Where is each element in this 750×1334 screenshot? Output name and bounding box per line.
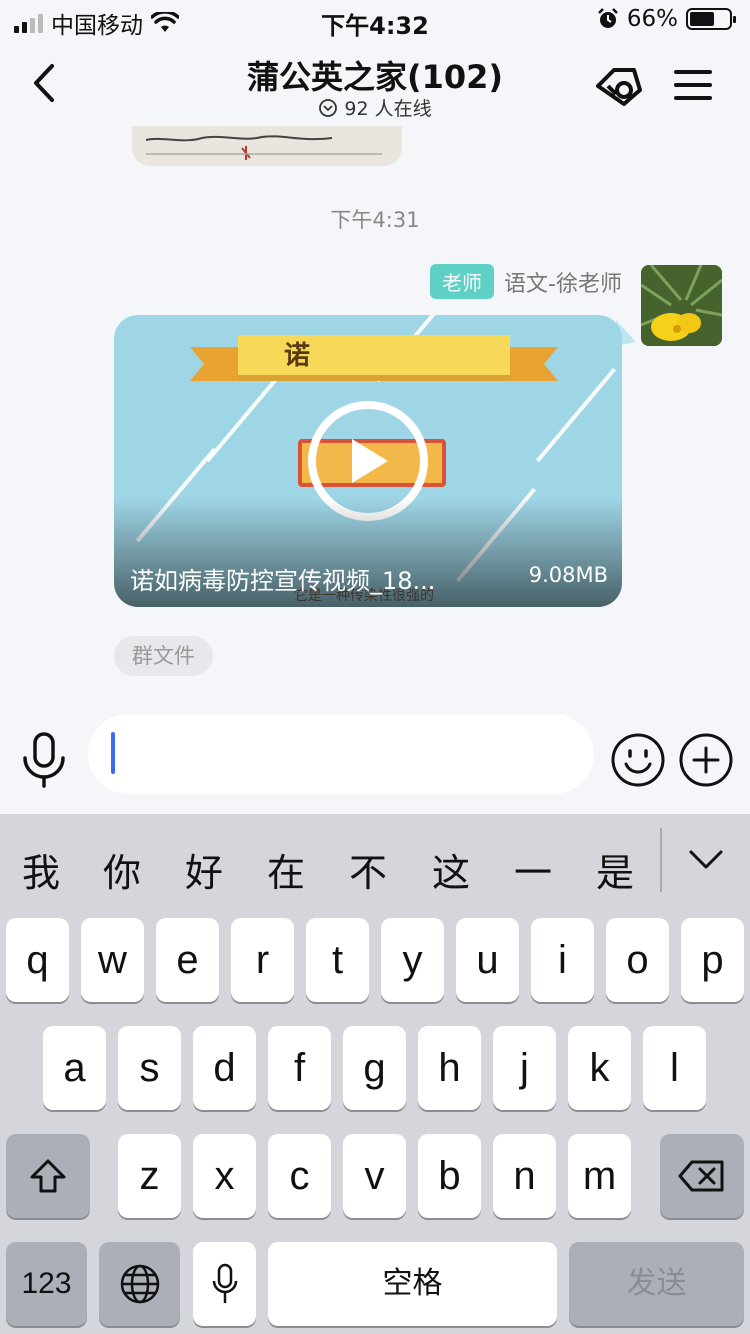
key-k[interactable]: k	[568, 1026, 631, 1110]
backspace-key[interactable]	[660, 1134, 744, 1218]
key-o[interactable]: o	[606, 918, 669, 1002]
candidate-divider	[660, 828, 662, 892]
globe-icon	[120, 1264, 159, 1304]
key-l[interactable]: l	[643, 1026, 706, 1110]
key-f[interactable]: f	[268, 1026, 331, 1110]
video-banner-text: 诺	[284, 341, 311, 371]
chevron-down-icon[interactable]	[688, 848, 724, 872]
candidate-word[interactable]: 在	[261, 842, 311, 897]
sender-name[interactable]: 语文-徐老师	[504, 266, 622, 298]
key-h[interactable]: h	[418, 1026, 481, 1110]
key-q[interactable]: q	[6, 918, 69, 1002]
key-i[interactable]: i	[531, 918, 594, 1002]
key-t[interactable]: t	[306, 918, 369, 1002]
candidate-word[interactable]: 你	[97, 842, 147, 897]
avatar-image	[641, 265, 722, 346]
play-icon[interactable]	[352, 439, 388, 483]
alarm-icon	[597, 8, 618, 28]
sender-info: 老师 语文-徐老师	[430, 264, 622, 299]
shift-icon	[30, 1159, 66, 1193]
status-right: 66%	[597, 6, 736, 32]
plus-icon[interactable]	[678, 732, 734, 788]
battery-icon	[686, 8, 736, 30]
backspace-icon	[678, 1160, 724, 1192]
key-m[interactable]: m	[568, 1134, 631, 1218]
key-r[interactable]: r	[231, 918, 294, 1002]
teacher-badge: 老师	[430, 264, 495, 299]
text-cursor	[111, 732, 115, 774]
chevron-circle-icon	[319, 98, 338, 117]
key-b[interactable]: b	[418, 1134, 481, 1218]
group-file-tag[interactable]: 群文件	[114, 636, 213, 676]
video-size: 9.08MB	[528, 563, 608, 587]
key-y[interactable]: y	[381, 918, 444, 1002]
voice-icon[interactable]	[20, 732, 68, 788]
key-w[interactable]: w	[81, 918, 144, 1002]
emoji-icon[interactable]	[610, 732, 666, 788]
previous-image-message[interactable]	[132, 126, 402, 166]
shift-key[interactable]	[6, 1134, 90, 1218]
key-e[interactable]: e	[156, 918, 219, 1002]
microphone-icon	[212, 1263, 237, 1303]
candidate-word[interactable]: 我	[16, 842, 66, 897]
key-d[interactable]: d	[193, 1026, 256, 1110]
menu-icon[interactable]	[674, 68, 712, 102]
key-v[interactable]: v	[343, 1134, 406, 1218]
key-n[interactable]: n	[493, 1134, 556, 1218]
battery-percent: 66%	[626, 6, 678, 32]
globe-key[interactable]	[99, 1242, 180, 1326]
status-bar: 中国移动 下午4:32 66%	[0, 0, 750, 40]
key-z[interactable]: z	[118, 1134, 181, 1218]
message-input[interactable]	[88, 714, 594, 794]
candidate-word[interactable]: 是	[590, 842, 640, 897]
key-p[interactable]: p	[681, 918, 744, 1002]
key-c[interactable]: c	[268, 1134, 331, 1218]
online-count-label: 92 人在线	[344, 98, 432, 120]
dictation-key[interactable]	[193, 1242, 256, 1326]
tag-icon[interactable]	[594, 64, 644, 108]
candidate-word[interactable]: 好	[179, 842, 229, 897]
video-title: 诺如病毒防控宣传视频_18...	[130, 567, 436, 595]
space-key[interactable]: 空格	[268, 1242, 557, 1326]
avatar[interactable]	[641, 265, 722, 346]
key-g[interactable]: g	[343, 1026, 406, 1110]
candidate-word[interactable]: 不	[343, 842, 393, 897]
chat-header: 蒲公英之家(102) 92 人在线	[0, 40, 750, 126]
input-bar	[0, 706, 750, 814]
key-j[interactable]: j	[493, 1026, 556, 1110]
send-key[interactable]: 发送	[569, 1242, 744, 1326]
video-banner	[190, 335, 558, 381]
candidate-word[interactable]: 一	[508, 842, 558, 897]
key-x[interactable]: x	[193, 1134, 256, 1218]
previous-image-content	[142, 128, 392, 166]
candidate-word[interactable]: 这	[426, 842, 476, 897]
key-a[interactable]: a	[43, 1026, 106, 1110]
message-timestamp: 下午4:31	[330, 208, 420, 232]
numbers-key[interactable]: 123	[6, 1242, 87, 1326]
candidate-bar: 我 你 好 在 不 这 一 是	[0, 814, 750, 914]
keyboard: 我 你 好 在 不 这 一 是 q w e r t y u i o p a s …	[0, 814, 750, 1334]
key-s[interactable]: s	[118, 1026, 181, 1110]
video-message[interactable]: 诺 它是一种传染性很强的 诺如病毒防控宣传视频_18... 9.08MB	[114, 315, 622, 607]
key-u[interactable]: u	[456, 918, 519, 1002]
